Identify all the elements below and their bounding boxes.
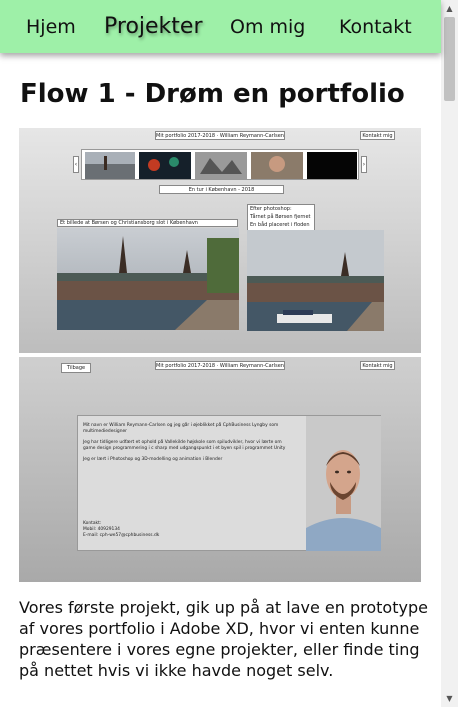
mockup-header-label: Mit portfolio 2017-2018 · William Reyman… bbox=[155, 131, 285, 140]
scroll-up-arrow-icon[interactable]: ▲ bbox=[441, 0, 458, 17]
scroll-down-arrow-icon[interactable]: ▼ bbox=[441, 690, 458, 707]
main-navigation: Hjem Projekter Om mig Kontakt bbox=[0, 0, 441, 53]
bio-line: game design programmering i c sharp med … bbox=[83, 446, 286, 451]
mockup-about-page: Tilbage Mit portfolio 2017-2018 · Willia… bbox=[19, 357, 421, 582]
mockup-contact-button: Kontakt mig bbox=[360, 361, 395, 370]
nav-link-hjem[interactable]: Hjem bbox=[26, 0, 76, 53]
project-description: Vores første projekt, gik up på at lave … bbox=[19, 598, 428, 680]
carousel-thumbnails bbox=[85, 152, 357, 179]
carousel-prev-icon: ‹ bbox=[73, 156, 79, 173]
photo-right-caption-line-2: Tårnet på Børsen fjernet bbox=[250, 214, 311, 220]
photo-copenhagen-edited bbox=[247, 230, 384, 331]
about-card: Mit navn er William Reymann-Carlsen og j… bbox=[77, 415, 381, 551]
about-bio-text: Mit navn er William Reymann-Carlsen og j… bbox=[83, 423, 303, 463]
photo-left-caption: Et billede at Børsen og Christiansborg s… bbox=[57, 219, 238, 227]
profile-portrait bbox=[306, 416, 381, 551]
bio-line: Jeg er lært i Photoshop og 3D-modelling … bbox=[83, 457, 223, 462]
scrollbar-thumb[interactable] bbox=[444, 17, 455, 101]
main-content: Flow 1 - Drøm en portfolio Mit portfolio… bbox=[0, 53, 441, 707]
photo-copenhagen-original bbox=[57, 228, 239, 330]
mockup-contact-button: Kontakt mig bbox=[360, 131, 395, 140]
mockup-header-label: Mit portfolio 2017-2018 · William Reyman… bbox=[155, 361, 285, 370]
mockup-back-button: Tilbage bbox=[61, 363, 91, 373]
page-title: Flow 1 - Drøm en portfolio bbox=[20, 79, 405, 109]
about-contact-text: Kontakt: Mobil: 40929134 E-mail: cph-we5… bbox=[83, 521, 159, 539]
carousel-strip bbox=[81, 149, 359, 180]
mockup-portfolio-gallery: Mit portfolio 2017-2018 · William Reyman… bbox=[19, 128, 421, 353]
photo-right-caption-line-1: Efter photoshop: bbox=[250, 206, 292, 212]
carousel-caption: En tur i København - 2018 bbox=[159, 185, 284, 194]
nav-link-projekter[interactable]: Projekter bbox=[104, 0, 203, 53]
page-scrollbar[interactable]: ▲ ▼ bbox=[441, 0, 458, 707]
photo-right-caption: Efter photoshop: Tårnet på Børsen fjerne… bbox=[247, 204, 315, 231]
contact-line: E-mail: cph-we57@cphbusiness.dk bbox=[83, 533, 160, 538]
carousel-next-icon: › bbox=[361, 156, 367, 173]
photo-right-caption-line-3: En båd placeret i floden bbox=[250, 222, 310, 228]
nav-link-kontakt[interactable]: Kontakt bbox=[339, 0, 412, 53]
nav-link-om-mig[interactable]: Om mig bbox=[230, 0, 305, 53]
